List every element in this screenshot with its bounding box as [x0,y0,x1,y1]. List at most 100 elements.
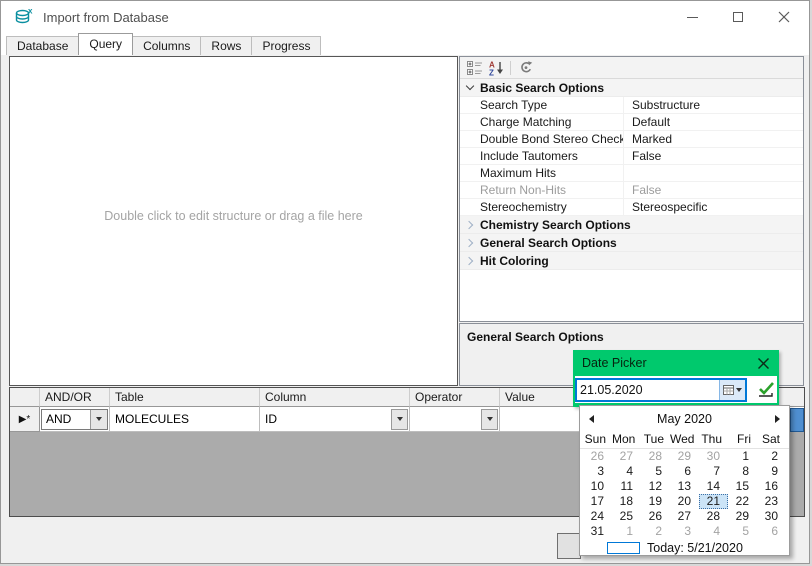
tab-database[interactable]: Database [6,36,79,55]
today-label[interactable]: Today: 5/21/2020 [647,541,743,555]
calendar-week: 17 18 19 20 21 22 23 [580,494,789,509]
close-icon[interactable] [757,357,770,370]
property-include-tautomers[interactable]: Include TautomersFalse [460,148,803,165]
calendar-day[interactable]: 1 [612,524,641,539]
next-month-icon[interactable] [775,415,780,423]
calendar-day[interactable]: 16 [757,479,786,494]
tab-columns[interactable]: Columns [132,36,201,55]
header-operator[interactable]: Operator [410,388,500,407]
calendar-day[interactable]: 28 [641,449,670,464]
calendar-today-row[interactable]: Today: 5/21/2020 [580,541,789,555]
property-search-type[interactable]: Search TypeSubstructure [460,97,803,114]
calendar-day[interactable]: 5 [728,524,757,539]
property-return-non-hits: Return Non-HitsFalse [460,182,803,199]
calendar-day[interactable]: 3 [583,464,612,479]
calendar-day[interactable]: 2 [641,524,670,539]
category-chemistry-search-options[interactable]: Chemistry Search Options [460,216,803,234]
dropdown-arrow-icon[interactable] [90,410,107,429]
calendar-day[interactable]: 4 [699,524,728,539]
calendar-day[interactable]: 27 [612,449,641,464]
property-stereochemistry[interactable]: StereochemistryStereospecific [460,199,803,216]
tab-rows[interactable]: Rows [200,36,252,55]
calendar-day[interactable]: 14 [699,479,728,494]
dropdown-arrow-icon[interactable] [391,409,408,430]
calendar-day[interactable]: 8 [728,464,757,479]
date-picker-window: Date Picker 21.05.2020 [573,350,779,407]
calendar-day[interactable]: 19 [641,494,670,509]
calendar-day[interactable]: 7 [699,464,728,479]
calendar-weekday: Tue [641,431,670,448]
calendar-weekday: Sun [583,431,612,448]
calendar-day[interactable]: 17 [583,494,612,509]
maximize-icon[interactable] [715,1,761,33]
calendar-day[interactable]: 26 [583,449,612,464]
calendar-week: 24 25 26 27 28 29 30 [580,509,789,524]
calendar-day[interactable]: 9 [757,464,786,479]
category-hit-coloring[interactable]: Hit Coloring [460,252,803,270]
calendar-day[interactable]: 28 [699,509,728,524]
calendar-day[interactable]: 30 [757,509,786,524]
and-or-cell: AND [40,407,110,432]
header-column[interactable]: Column [260,388,410,407]
header-and-or[interactable]: AND/OR [40,388,110,407]
category-basic-search-options[interactable]: Basic Search Options [460,79,803,97]
categorized-icon[interactable] [464,59,485,77]
dropdown-arrow-icon[interactable] [481,409,498,430]
search-options-panel: A Z Basic Search Options Search TypeSubs [459,56,804,322]
calendar-day[interactable]: 27 [670,509,699,524]
value-editor-fragment[interactable] [790,408,804,432]
category-general-search-options[interactable]: General Search Options [460,234,803,252]
calendar-day[interactable]: 15 [728,479,757,494]
calendar-weekday: Sat [757,431,786,448]
calendar-day[interactable]: 12 [641,479,670,494]
table-cell[interactable]: MOLECULES [110,407,260,432]
check-icon[interactable] [756,381,776,398]
chevron-right-icon [465,238,473,246]
calendar-day[interactable]: 11 [612,479,641,494]
calendar-day[interactable]: 23 [757,494,786,509]
reset-icon[interactable] [515,59,536,77]
calendar-day[interactable]: 6 [757,524,786,539]
sort-alphabetical-icon[interactable]: A Z [485,59,506,77]
property-double-bond-stereo-check[interactable]: Double Bond Stereo CheckMarked [460,131,803,148]
import-from-database-window: x Import from Database Database Query Co… [0,0,810,564]
calendar-day[interactable]: 1 [728,449,757,464]
column-cell[interactable]: ID [260,407,410,432]
calendar-day[interactable]: 4 [612,464,641,479]
calendar-day[interactable]: 26 [641,509,670,524]
calendar-day[interactable]: 30 [699,449,728,464]
calendar-dropdown-icon[interactable] [719,380,745,400]
row-marker[interactable]: ▶* [10,407,40,432]
calendar-day[interactable]: 2 [757,449,786,464]
calendar-day[interactable]: 31 [583,524,612,539]
tab-progress[interactable]: Progress [251,36,321,55]
tab-strip: Database Query Columns Rows Progress [1,33,809,55]
calendar-day[interactable]: 25 [612,509,641,524]
structure-editor[interactable]: Double click to edit structure or drag a… [9,56,458,386]
property-charge-matching[interactable]: Charge MatchingDefault [460,114,803,131]
property-maximum-hits[interactable]: Maximum Hits [460,165,803,182]
calendar-day[interactable]: 6 [670,464,699,479]
calendar-day[interactable]: 29 [670,449,699,464]
calendar-day[interactable]: 20 [670,494,699,509]
and-or-combobox[interactable]: AND [41,409,108,430]
header-table[interactable]: Table [110,388,260,407]
calendar-day-selected[interactable]: 21 [699,494,728,509]
calendar-day[interactable]: 24 [583,509,612,524]
partially-hidden-button[interactable] [557,533,581,559]
calendar-day[interactable]: 13 [670,479,699,494]
tab-query[interactable]: Query [78,33,133,55]
properties-toolbar: A Z [460,57,803,79]
calendar-day[interactable]: 18 [612,494,641,509]
operator-cell[interactable] [410,407,500,432]
calendar-day[interactable]: 5 [641,464,670,479]
calendar-day[interactable]: 29 [728,509,757,524]
minimize-icon[interactable] [669,1,715,33]
close-icon[interactable] [761,1,807,33]
calendar-day[interactable]: 3 [670,524,699,539]
calendar-day[interactable]: 22 [728,494,757,509]
date-picker-title-bar: Date Picker [573,350,779,376]
calendar-day[interactable]: 10 [583,479,612,494]
calendar-weekday: Thu [699,431,728,448]
date-input[interactable]: 21.05.2020 [575,378,747,402]
